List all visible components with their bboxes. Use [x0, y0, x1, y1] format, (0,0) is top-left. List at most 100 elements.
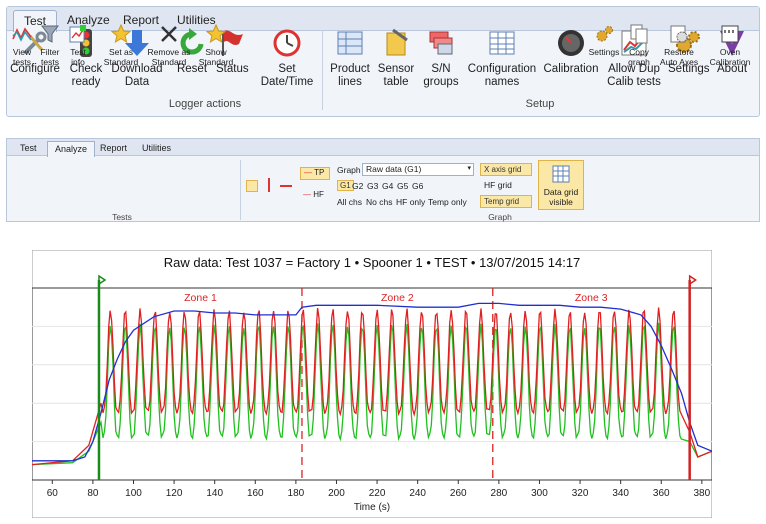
star-icon — [206, 24, 226, 44]
x-tick-label: 60 — [47, 488, 59, 499]
x-axis-grid-toggle[interactable]: X axis grid — [480, 163, 532, 176]
oven-icon — [721, 25, 739, 43]
chevron-down-icon: ▾ — [467, 165, 471, 172]
x-tick-label: 220 — [369, 488, 386, 499]
x-tick-label: 300 — [531, 488, 548, 499]
tab-report[interactable]: Report — [93, 141, 134, 156]
copy-graph-label: Copy graph — [628, 47, 650, 67]
data-grid-icon — [552, 165, 570, 183]
x-tick-label: 160 — [247, 488, 264, 499]
test-info-button[interactable]: Test info — [66, 24, 90, 67]
zone-label: Zone 3 — [575, 292, 608, 304]
show-standard-label: Show Standard — [198, 47, 234, 67]
clock-icon — [273, 29, 301, 57]
tab-test[interactable]: Test — [13, 141, 44, 156]
sn-groups-label: S/N groups — [423, 63, 459, 88]
x-tick-label: 340 — [612, 488, 629, 499]
channel-g5[interactable]: G5 — [397, 181, 408, 191]
gauge-icon — [558, 30, 584, 56]
marker-line-icon — [268, 178, 270, 192]
remove-as-standard-button[interactable]: Remove as Standard — [144, 24, 194, 67]
product-lines-label: Product lines — [330, 63, 370, 88]
graph-label: Graph — [337, 165, 361, 175]
restore-auto-axes-button[interactable]: Restore Auto Axes — [656, 24, 702, 67]
set-date-time-label: Set Date/Time — [260, 63, 314, 88]
channel-g6[interactable]: G6 — [412, 181, 423, 191]
ribbon-tab-bar: Test Analyze Report Utilities — [7, 139, 759, 157]
copy-icon — [630, 24, 648, 44]
sensor-table-label: Sensor table — [377, 63, 415, 88]
test-info-label: Test info — [70, 47, 86, 67]
legend-hf-label: HF — [313, 190, 324, 199]
x-tick-label: 360 — [653, 488, 670, 499]
set-as-standard-button[interactable]: Set as Standard — [100, 24, 142, 67]
x-tick-label: 80 — [87, 488, 99, 499]
configuration-names-button[interactable]: Configuration names — [466, 28, 538, 89]
legend-tp-label: TP — [314, 168, 325, 177]
ribbon-analyze: Test Analyze Report Utilities — [6, 138, 760, 222]
settings-button[interactable]: Settings — [588, 24, 620, 57]
chart-title: Raw data: Test 1037 = Factory 1 • Spoone… — [163, 255, 581, 270]
view-tests-label: View tests — [12, 47, 32, 67]
x-tick-label: 200 — [328, 488, 345, 499]
channel-g2[interactable]: G2 — [352, 181, 363, 191]
sensor-table-button[interactable]: Sensor table — [376, 28, 416, 89]
sn-groups-button[interactable]: S/N groups — [420, 28, 462, 89]
group-label-graph: Graph — [488, 212, 512, 222]
gears-icon — [596, 26, 613, 42]
group-label-tests: Tests — [112, 212, 132, 222]
tab-utilities[interactable]: Utilities — [135, 141, 178, 156]
x-axis-label: Time (s) — [354, 502, 390, 513]
channel-g3[interactable]: G3 — [367, 181, 378, 191]
set-as-standard-label: Set as Standard — [103, 47, 139, 67]
all-channels-option[interactable]: All chs — [337, 197, 362, 207]
oven-calibration-button[interactable]: Oven Calibration — [706, 24, 754, 67]
zone-label: Zone 2 — [381, 292, 414, 304]
temp-only-option[interactable]: Temp only — [428, 197, 467, 207]
x-tick-label: 280 — [491, 488, 508, 499]
cursor-toggle[interactable] — [246, 180, 258, 192]
raw-data-chart[interactable]: 60 80 100 120 140 160 180 200 220 240 260 280 300 320… — [32, 250, 712, 518]
oven-calibration-label: Oven Calibration — [709, 47, 751, 67]
product-lines-button[interactable]: Product lines — [328, 28, 372, 89]
filter-icon — [41, 25, 59, 43]
test-info-icon — [69, 25, 86, 43]
x-tick-label: 140 — [206, 488, 223, 499]
tab-analyze[interactable]: Analyze — [47, 141, 96, 157]
x-tick-label: 120 — [166, 488, 183, 499]
group-label-logger-actions: Logger actions — [168, 98, 242, 110]
x-tick-label: 380 — [694, 488, 711, 499]
data-grid-visible-button[interactable]: Data grid visible — [538, 160, 584, 210]
group-separator — [322, 30, 323, 110]
view-tests-button[interactable]: View tests — [9, 24, 35, 67]
configuration-grid-icon — [489, 31, 515, 55]
hf-grid-toggle[interactable]: HF grid — [484, 180, 512, 190]
restore-axes-icon — [670, 25, 688, 43]
group-separator — [240, 160, 241, 220]
remove-as-standard-label: Remove as Standard — [147, 47, 191, 67]
graph-select[interactable]: Raw data (G1) ▾ — [362, 163, 474, 176]
copy-graph-button[interactable]: Copy graph — [624, 24, 654, 67]
show-standard-button[interactable]: Show Standard — [196, 24, 236, 67]
group-label-setup: Setup — [525, 98, 555, 110]
graph-select-value: Raw data (G1) — [366, 164, 422, 174]
calibration-label: Calibration — [543, 63, 599, 75]
x-tick-label: 180 — [288, 488, 305, 499]
x-tick-label: 100 — [125, 488, 142, 499]
remove-x-icon — [161, 26, 177, 42]
star-icon — [111, 24, 131, 44]
x-tick-label: 320 — [572, 488, 589, 499]
dash-line-icon — [280, 185, 292, 187]
zone-label: Zone 1 — [184, 292, 217, 304]
x-tick-label: 240 — [409, 488, 426, 499]
configuration-names-label: Configuration names — [467, 63, 537, 88]
no-channels-option[interactable]: No chs — [366, 197, 392, 207]
legend-tp-toggle[interactable]: — TP — [300, 167, 330, 180]
sn-groups-icon — [429, 31, 453, 55]
temp-grid-toggle[interactable]: Temp grid — [480, 195, 532, 208]
legend-hf-toggle[interactable]: — HF — [303, 190, 324, 199]
hf-only-option[interactable]: HF only — [396, 197, 425, 207]
channel-g4[interactable]: G4 — [382, 181, 393, 191]
filter-tests-button[interactable]: Filter tests — [38, 24, 62, 67]
set-date-time-button[interactable]: Set Date/Time — [256, 28, 318, 89]
